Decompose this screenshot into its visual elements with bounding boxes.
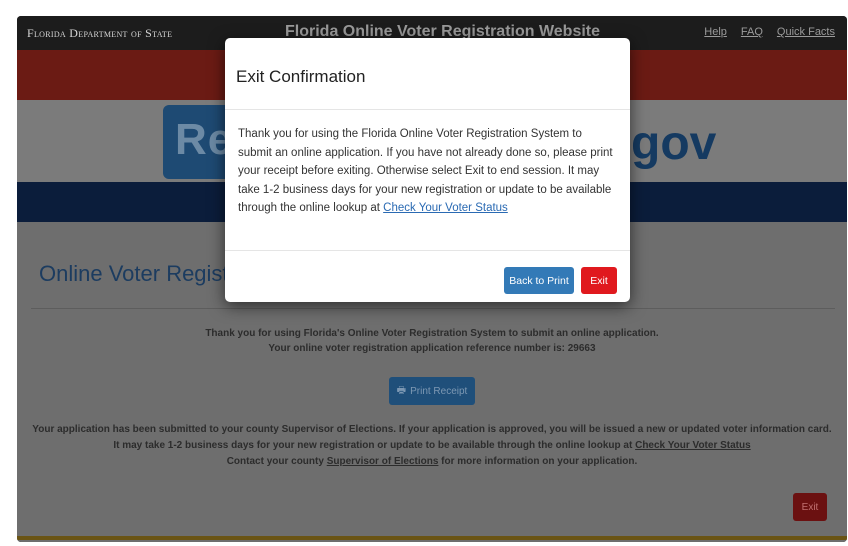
contact-text: Contact your county Supervisor of Electi… bbox=[17, 456, 847, 467]
modal-title: Exit Confirmation bbox=[236, 67, 366, 86]
brand-logo[interactable]: Florida Department of State bbox=[27, 26, 172, 41]
divider bbox=[31, 308, 835, 309]
print-receipt-label: Print Receipt bbox=[410, 385, 468, 397]
thank-you-text: Thank you for using Florida's Online Vot… bbox=[205, 328, 659, 339]
contact-suffix: for more information on your application… bbox=[438, 456, 638, 467]
supervisor-of-elections-link[interactable]: Supervisor of Elections bbox=[327, 456, 439, 467]
bottom-border bbox=[17, 536, 847, 540]
check-voter-status-link-bg[interactable]: Check Your Voter Status bbox=[635, 440, 751, 451]
back-to-print-button[interactable]: Back to Print bbox=[504, 267, 574, 294]
exit-confirmation-modal: Exit Confirmation Thank you for using th… bbox=[225, 38, 630, 302]
logo-suffix: gov bbox=[631, 117, 717, 170]
top-links: Help FAQ Quick Facts bbox=[704, 26, 835, 38]
page-title: Online Voter Regist bbox=[39, 261, 229, 286]
modal-header: Exit Confirmation bbox=[225, 38, 630, 110]
print-receipt-button[interactable]: 🖶 Print Receipt bbox=[389, 377, 475, 405]
printer-icon: 🖶 bbox=[396, 384, 407, 396]
quick-facts-link[interactable]: Quick Facts bbox=[777, 26, 835, 38]
check-voter-status-link[interactable]: Check Your Voter Status bbox=[383, 202, 508, 214]
submitted-text: Your application has been submitted to y… bbox=[32, 424, 832, 435]
faq-link[interactable]: FAQ bbox=[741, 26, 763, 38]
exit-button[interactable]: Exit bbox=[581, 267, 617, 294]
help-link[interactable]: Help bbox=[704, 26, 727, 38]
contact-prefix: Contact your county bbox=[226, 456, 327, 467]
delay-prefix: It may take 1-2 business days for your n… bbox=[113, 440, 636, 451]
delay-text: It may take 1-2 business days for your n… bbox=[17, 440, 847, 451]
reference-text: Your online voter registration applicati… bbox=[268, 343, 596, 354]
modal-body: Thank you for using the Florida Online V… bbox=[238, 125, 616, 218]
page-exit-button[interactable]: Exit bbox=[793, 493, 827, 521]
